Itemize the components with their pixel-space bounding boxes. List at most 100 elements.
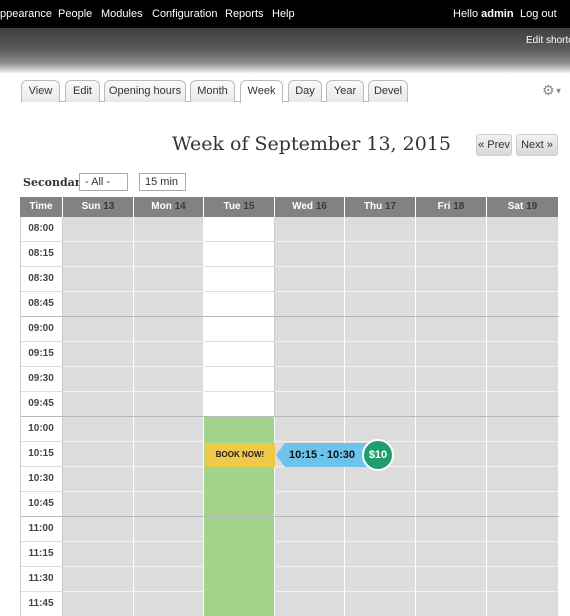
secondary-select[interactable]: - All - — [79, 173, 128, 191]
slot-sat-0945[interactable] — [487, 392, 559, 417]
slot-sat-1115[interactable] — [487, 542, 559, 567]
slot-wed-0830[interactable] — [275, 267, 345, 292]
slot-sun-1100[interactable] — [63, 517, 134, 542]
tab-year[interactable]: Year — [326, 80, 364, 102]
slot-mon-1000[interactable] — [134, 417, 204, 442]
slot-thu-0815[interactable] — [345, 242, 416, 267]
slot-tue-0900[interactable] — [204, 317, 275, 342]
slot-sun-0945[interactable] — [63, 392, 134, 417]
slot-sun-1000[interactable] — [63, 417, 134, 442]
slot-wed-0915[interactable] — [275, 342, 345, 367]
slot-thu-1145[interactable] — [345, 592, 416, 616]
slot-wed-1045[interactable] — [275, 492, 345, 517]
slot-sat-0815[interactable] — [487, 242, 559, 267]
slot-tue-1130[interactable] — [204, 567, 275, 592]
tab-view[interactable]: View — [21, 80, 60, 102]
tab-devel[interactable]: Devel — [368, 80, 408, 102]
nav-reports[interactable]: Reports — [225, 8, 264, 20]
slot-sat-1000[interactable] — [487, 417, 559, 442]
slot-mon-0800[interactable] — [134, 217, 204, 242]
slot-tue-1100[interactable] — [204, 517, 275, 542]
slot-fri-0945[interactable] — [416, 392, 487, 417]
slot-sat-1045[interactable] — [487, 492, 559, 517]
slot-wed-0845[interactable] — [275, 292, 345, 317]
slot-fri-1130[interactable] — [416, 567, 487, 592]
slot-tue-0800[interactable] — [204, 217, 275, 242]
slot-mon-0945[interactable] — [134, 392, 204, 417]
slot-fri-1115[interactable] — [416, 542, 487, 567]
slot-sun-0815[interactable] — [63, 242, 134, 267]
slot-tue-0815[interactable] — [204, 242, 275, 267]
slot-sat-0800[interactable] — [487, 217, 559, 242]
day-header-tue[interactable]: Tue 15 — [204, 197, 275, 217]
slot-sat-1015[interactable] — [487, 442, 559, 467]
slot-sun-1015[interactable] — [63, 442, 134, 467]
nav-configuration[interactable]: Configuration — [152, 8, 217, 20]
slot-sat-0915[interactable] — [487, 342, 559, 367]
slot-tue-0915[interactable] — [204, 342, 275, 367]
tab-week[interactable]: Week — [240, 80, 283, 103]
slot-fri-1145[interactable] — [416, 592, 487, 616]
slot-thu-0845[interactable] — [345, 292, 416, 317]
slot-fri-0830[interactable] — [416, 267, 487, 292]
slot-sat-1145[interactable] — [487, 592, 559, 616]
slot-thu-0930[interactable] — [345, 367, 416, 392]
slot-tue-0945[interactable] — [204, 392, 275, 417]
slot-wed-1030[interactable] — [275, 467, 345, 492]
edit-shortcuts-link[interactable]: Edit shortco — [526, 35, 570, 46]
nav-help[interactable]: Help — [272, 8, 295, 20]
slot-sat-0845[interactable] — [487, 292, 559, 317]
slot-sun-1130[interactable] — [63, 567, 134, 592]
day-header-sat[interactable]: Sat 19 — [487, 197, 559, 217]
slot-mon-1045[interactable] — [134, 492, 204, 517]
slot-mon-1015[interactable] — [134, 442, 204, 467]
slot-fri-0900[interactable] — [416, 317, 487, 342]
slot-sat-0930[interactable] — [487, 367, 559, 392]
slot-thu-1115[interactable] — [345, 542, 416, 567]
slot-mon-1030[interactable] — [134, 467, 204, 492]
slot-mon-0930[interactable] — [134, 367, 204, 392]
slot-sun-0900[interactable] — [63, 317, 134, 342]
tab-opening-hours[interactable]: Opening hours — [104, 80, 186, 102]
slot-tue-0845[interactable] — [204, 292, 275, 317]
next-button[interactable]: Next » — [516, 134, 558, 156]
slot-thu-0915[interactable] — [345, 342, 416, 367]
slot-wed-0930[interactable] — [275, 367, 345, 392]
slot-fri-0815[interactable] — [416, 242, 487, 267]
day-header-thu[interactable]: Thu 17 — [345, 197, 416, 217]
slot-thu-1045[interactable] — [345, 492, 416, 517]
slot-sat-1030[interactable] — [487, 467, 559, 492]
nav-people[interactable]: People — [58, 8, 92, 20]
tab-month[interactable]: Month — [190, 80, 235, 102]
day-header-sun[interactable]: Sun 13 — [63, 197, 134, 217]
slot-sun-0800[interactable] — [63, 217, 134, 242]
slot-wed-1130[interactable] — [275, 567, 345, 592]
slot-mon-0830[interactable] — [134, 267, 204, 292]
slot-fri-0800[interactable] — [416, 217, 487, 242]
book-now-button[interactable]: BOOK NOW! — [205, 443, 275, 467]
gear-icon[interactable]: ⚙▼ — [542, 82, 564, 98]
slot-sun-0915[interactable] — [63, 342, 134, 367]
slot-sun-0845[interactable] — [63, 292, 134, 317]
slot-fri-0915[interactable] — [416, 342, 487, 367]
slot-wed-0945[interactable] — [275, 392, 345, 417]
slot-sat-0900[interactable] — [487, 317, 559, 342]
slot-mon-0900[interactable] — [134, 317, 204, 342]
nav-appearance[interactable]: ppearance — [0, 8, 52, 20]
tab-day[interactable]: Day — [288, 80, 322, 102]
interval-select[interactable]: 15 min — [139, 173, 186, 191]
slot-thu-0900[interactable] — [345, 317, 416, 342]
slot-fri-1000[interactable] — [416, 417, 487, 442]
slot-tue-0930[interactable] — [204, 367, 275, 392]
slot-mon-1145[interactable] — [134, 592, 204, 616]
slot-sun-1045[interactable] — [63, 492, 134, 517]
slot-mon-1115[interactable] — [134, 542, 204, 567]
tab-edit[interactable]: Edit — [65, 80, 100, 102]
day-header-wed[interactable]: Wed 16 — [275, 197, 345, 217]
slot-tue-1000[interactable] — [204, 417, 275, 442]
slot-fri-1100[interactable] — [416, 517, 487, 542]
slot-sun-1145[interactable] — [63, 592, 134, 616]
slot-fri-1030[interactable] — [416, 467, 487, 492]
slot-thu-1130[interactable] — [345, 567, 416, 592]
slot-thu-0945[interactable] — [345, 392, 416, 417]
